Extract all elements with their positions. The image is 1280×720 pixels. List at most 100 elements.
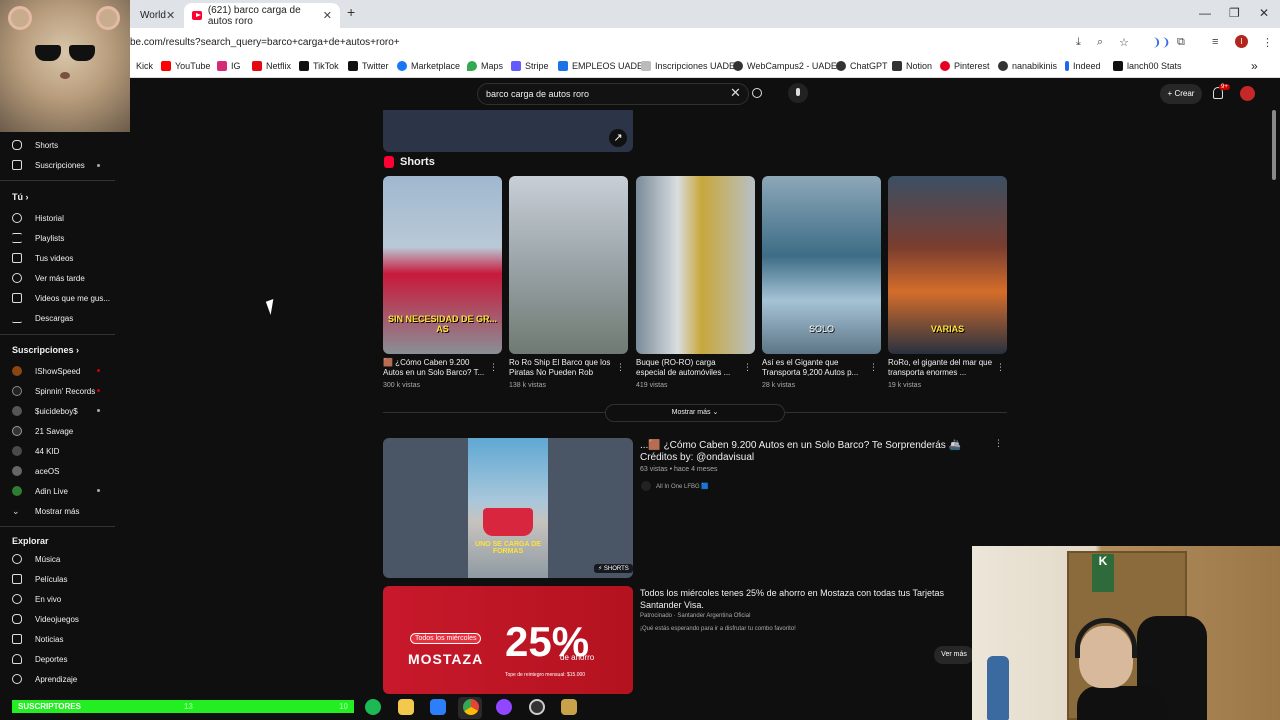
- obs-icon[interactable]: [496, 699, 512, 715]
- league-icon[interactable]: [561, 699, 577, 715]
- url-field[interactable]: be.com/results?search_query=barco+carga+…: [130, 34, 1010, 52]
- sidebar-item-liked-videos[interactable]: Videos que me gus...: [12, 293, 110, 303]
- tab-youtube-search[interactable]: (621) barco carga de autos roro ✕: [184, 3, 340, 28]
- bookmark-notion[interactable]: Notion: [892, 61, 932, 71]
- sidebar-channel-spinnin[interactable]: Spinnin' Records: [12, 386, 95, 396]
- sidebar-show-more[interactable]: ⌄ Mostrar más: [12, 506, 79, 516]
- sidebar-channel-21savage[interactable]: 21 Savage: [12, 426, 73, 436]
- media-icon[interactable]: ≡: [1212, 36, 1218, 48]
- menu-icon[interactable]: ⋮: [1262, 36, 1273, 49]
- sidebar-item-shorts[interactable]: Shorts: [12, 140, 58, 150]
- more-options-icon[interactable]: ⋮: [996, 362, 1005, 373]
- close-icon[interactable]: ✕: [323, 9, 332, 22]
- scrollbar[interactable]: [1272, 110, 1276, 180]
- more-options-icon[interactable]: ⋮: [994, 438, 1003, 449]
- tab-world[interactable]: World ✕: [132, 3, 182, 28]
- search-icon[interactable]: [752, 88, 762, 98]
- clear-search-icon[interactable]: ✕: [730, 85, 741, 101]
- bookmarks-overflow-button[interactable]: »: [1251, 59, 1258, 73]
- channel-link[interactable]: All In One LFBG 🟦: [641, 481, 709, 491]
- sidebar-channel-44kid[interactable]: 44 KID: [12, 446, 59, 456]
- previous-result-thumbnail[interactable]: [383, 110, 633, 152]
- video-thumbnail[interactable]: UNO SE CARGA DE FORMAS: [383, 438, 633, 578]
- bookmark-twitter[interactable]: Twitter: [348, 61, 389, 71]
- more-options-icon[interactable]: ⋮: [489, 362, 498, 373]
- close-icon[interactable]: ✕: [166, 9, 175, 22]
- ad-thumbnail[interactable]: Todos los miércoles MOSTAZA 25% de ahorr…: [383, 586, 633, 694]
- video-title[interactable]: ...🟫 ¿Cómo Caben 9.200 Autos en un Solo …: [640, 440, 985, 464]
- sidebar-item-news[interactable]: Noticias: [12, 634, 63, 644]
- bookmark-kick[interactable]: Kick: [136, 61, 153, 71]
- app-icon[interactable]: [529, 699, 545, 715]
- search-input[interactable]: barco carga de autos roro: [477, 83, 749, 105]
- install-icon[interactable]: ⤓: [1076, 36, 1081, 49]
- sidebar-item-learning[interactable]: Aprendizaje: [12, 674, 77, 684]
- ad-title[interactable]: Todos los miércoles tenes 25% de ahorro …: [640, 587, 970, 611]
- extension-icon[interactable]: ❩❩: [1152, 36, 1170, 49]
- avatar[interactable]: [1240, 86, 1255, 101]
- sidebar-item-playlists[interactable]: Playlists: [12, 233, 64, 243]
- sidebar-item-music[interactable]: Música: [12, 554, 60, 564]
- microphone-icon[interactable]: [788, 83, 808, 103]
- short-thumbnail[interactable]: [509, 176, 628, 354]
- short-title[interactable]: RoRo, el gigante del mar que transporta …: [888, 358, 993, 378]
- calculator-icon[interactable]: [430, 699, 446, 715]
- bookmark-youtube[interactable]: YouTube: [161, 61, 210, 71]
- more-options-icon[interactable]: ⋮: [743, 362, 752, 373]
- ad-cta-button[interactable]: Ver más: [934, 646, 974, 664]
- bookmark-stripe[interactable]: Stripe: [511, 61, 549, 71]
- short-title[interactable]: Buque (RO-RO) carga especial de automóvi…: [636, 358, 741, 378]
- short-title[interactable]: Así es el Gigante que Transporta 9,200 A…: [762, 358, 867, 378]
- short-thumbnail[interactable]: [636, 176, 755, 354]
- restore-button[interactable]: ❐: [1229, 6, 1240, 20]
- sidebar-item-live[interactable]: En vivo: [12, 594, 61, 604]
- sidebar-item-sports[interactable]: Deportes: [12, 654, 67, 664]
- bookmark-inscripciones-uade[interactable]: Inscripciones UADE: [641, 61, 735, 71]
- bookmark-pinterest[interactable]: Pinterest: [940, 61, 990, 71]
- bookmark-webcampus[interactable]: WebCampus2 - UADE: [733, 61, 837, 71]
- minimize-button[interactable]: —: [1199, 6, 1211, 20]
- bookmark-maps[interactable]: Maps: [467, 61, 503, 71]
- bookmark-netflix[interactable]: Netflix: [252, 61, 291, 71]
- sidebar-item-movies[interactable]: Películas: [12, 574, 67, 584]
- bookmark-indeed[interactable]: Indeed: [1065, 61, 1101, 71]
- spotify-icon[interactable]: [365, 699, 381, 715]
- short-title[interactable]: 🟫 ¿Cómo Caben 9.200 Autos en un Solo Bar…: [383, 358, 488, 378]
- puzzle-icon[interactable]: ⧉: [1177, 36, 1185, 49]
- sidebar-item-subscriptions[interactable]: Suscripciones: [12, 160, 85, 170]
- subscriptions-heading[interactable]: Suscripciones ›: [12, 345, 79, 355]
- sidebar-item-downloads[interactable]: Descargas: [12, 313, 73, 323]
- open-external-icon[interactable]: ↗: [609, 129, 627, 147]
- bookmark-ig[interactable]: IG: [217, 61, 241, 71]
- short-title[interactable]: Ro Ro Ship El Barco que los Piratas No P…: [509, 358, 614, 378]
- sidebar-channel-ishowspeed[interactable]: IShowSpeed: [12, 366, 80, 376]
- short-thumbnail[interactable]: SIN NECESIDAD DE GR... AS: [383, 176, 502, 354]
- sidebar-channel-aceos[interactable]: aceOS: [12, 466, 59, 476]
- sidebar-item-watch-later[interactable]: Ver más tarde: [12, 273, 85, 283]
- more-options-icon[interactable]: ⋮: [869, 362, 878, 373]
- sidebar-item-your-videos[interactable]: Tus videos: [12, 253, 73, 263]
- zoom-icon[interactable]: ⌕: [1097, 36, 1103, 49]
- profile-avatar[interactable]: I: [1235, 35, 1248, 48]
- bookmark-marketplace[interactable]: Marketplace: [397, 61, 460, 71]
- bookmark-empleos-uade[interactable]: EMPLEOS UADE: [558, 61, 643, 71]
- more-options-icon[interactable]: ⋮: [616, 362, 625, 373]
- sidebar-channel-suicideboys[interactable]: $uicideboy$: [12, 406, 78, 416]
- folder-icon[interactable]: [398, 699, 414, 715]
- short-thumbnail[interactable]: VARIAS: [888, 176, 1007, 354]
- sidebar-item-history[interactable]: Historial: [12, 213, 64, 223]
- bookmark-tiktok[interactable]: TikTok: [299, 61, 339, 71]
- window-close-button[interactable]: ✕: [1259, 6, 1269, 20]
- bookmark-lanch00[interactable]: lanch00 Stats: [1113, 61, 1182, 71]
- bookmark-chatgpt[interactable]: ChatGPT: [836, 61, 888, 71]
- you-heading[interactable]: Tú ›: [12, 192, 29, 202]
- sidebar-channel-adinlive[interactable]: Adin Live: [12, 486, 68, 496]
- bookmark-nanabikinis[interactable]: nanabikinis: [998, 61, 1057, 71]
- star-icon[interactable]: ☆: [1119, 36, 1129, 49]
- short-thumbnail[interactable]: SOLO: [762, 176, 881, 354]
- show-more-button[interactable]: Mostrar más ⌄: [605, 404, 785, 422]
- new-tab-button[interactable]: +: [347, 4, 355, 20]
- chrome-icon[interactable]: [463, 699, 479, 715]
- create-button[interactable]: + Crear: [1160, 84, 1202, 104]
- sidebar-item-gaming[interactable]: Videojuegos: [12, 614, 79, 624]
